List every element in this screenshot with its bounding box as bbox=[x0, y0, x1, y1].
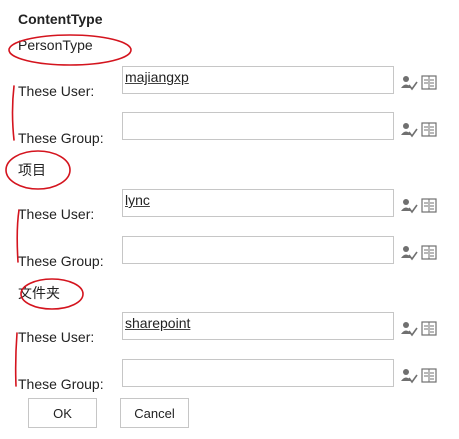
annotation-line bbox=[14, 332, 18, 387]
these-group-label: These Group: bbox=[18, 253, 104, 269]
check-names-icon[interactable] bbox=[400, 74, 418, 97]
these-group-input[interactable] bbox=[122, 112, 394, 140]
annotation-line bbox=[11, 85, 15, 141]
picker-icons bbox=[400, 367, 440, 385]
address-book-icon[interactable] bbox=[420, 320, 438, 343]
picker-icons bbox=[400, 320, 440, 338]
these-group-input[interactable] bbox=[122, 236, 394, 264]
address-book-icon[interactable] bbox=[420, 74, 438, 97]
check-names-icon[interactable] bbox=[400, 320, 418, 343]
address-book-icon[interactable] bbox=[420, 244, 438, 267]
cancel-button[interactable]: Cancel bbox=[120, 398, 189, 428]
address-book-icon[interactable] bbox=[420, 121, 438, 144]
people-picker-value[interactable]: sharepoint bbox=[125, 315, 190, 331]
check-names-icon[interactable] bbox=[400, 197, 418, 220]
these-user-input[interactable]: lync bbox=[122, 189, 394, 217]
these-user-label: These User: bbox=[18, 83, 95, 99]
check-names-icon[interactable] bbox=[400, 244, 418, 267]
check-names-icon[interactable] bbox=[400, 367, 418, 390]
section-label-xiangmu: 项目 bbox=[18, 162, 46, 178]
check-names-icon[interactable] bbox=[400, 121, 418, 144]
these-user-label: These User: bbox=[18, 206, 95, 222]
picker-icons bbox=[400, 121, 440, 139]
these-user-input[interactable]: sharepoint bbox=[122, 312, 394, 340]
picker-icons bbox=[400, 244, 440, 262]
people-picker-value[interactable]: majiangxp bbox=[125, 69, 189, 85]
dialog-title: ContentType bbox=[18, 11, 103, 27]
picker-icons bbox=[400, 197, 440, 215]
picker-icons bbox=[400, 74, 440, 92]
these-user-label: These User: bbox=[18, 329, 95, 345]
section-label-wenjianjia: 文件夹 bbox=[18, 285, 60, 301]
section-label-persontype: PersonType bbox=[18, 37, 93, 53]
address-book-icon[interactable] bbox=[420, 197, 438, 220]
these-group-input[interactable] bbox=[122, 359, 394, 387]
these-group-label: These Group: bbox=[18, 376, 104, 392]
address-book-icon[interactable] bbox=[420, 367, 438, 390]
these-user-input[interactable]: majiangxp bbox=[122, 66, 394, 94]
people-picker-value[interactable]: lync bbox=[125, 192, 150, 208]
ok-button[interactable]: OK bbox=[28, 398, 97, 428]
these-group-label: These Group: bbox=[18, 130, 104, 146]
